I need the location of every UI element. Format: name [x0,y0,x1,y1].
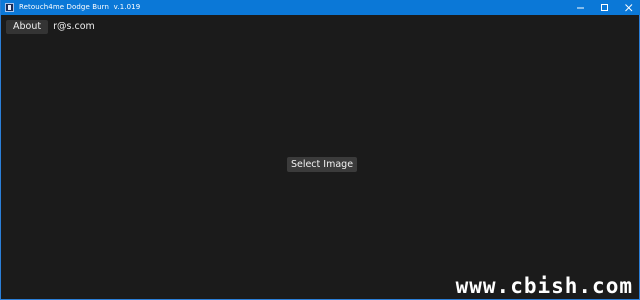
app-icon [5,3,14,12]
window-controls [569,0,640,15]
user-email: r@s.com [53,21,95,32]
about-button[interactable]: About [6,20,49,34]
maximize-icon [601,3,608,11]
window-title: Retouch4me Dodge Burn v.1.019 [19,3,141,11]
title-bar[interactable]: Retouch4me Dodge Burn v.1.019 [1,0,640,15]
minimize-button[interactable] [569,0,593,15]
minimize-icon [577,7,584,8]
select-image-button[interactable]: Select Image [287,157,357,172]
maximize-button[interactable] [593,0,617,15]
close-icon [625,3,633,11]
top-toolbar: About r@s.com [6,20,95,34]
app-window: Retouch4me Dodge Burn v.1.019 About r@s.… [0,0,640,300]
watermark-text: www.cbish.com [455,274,633,298]
close-button[interactable] [617,0,640,15]
